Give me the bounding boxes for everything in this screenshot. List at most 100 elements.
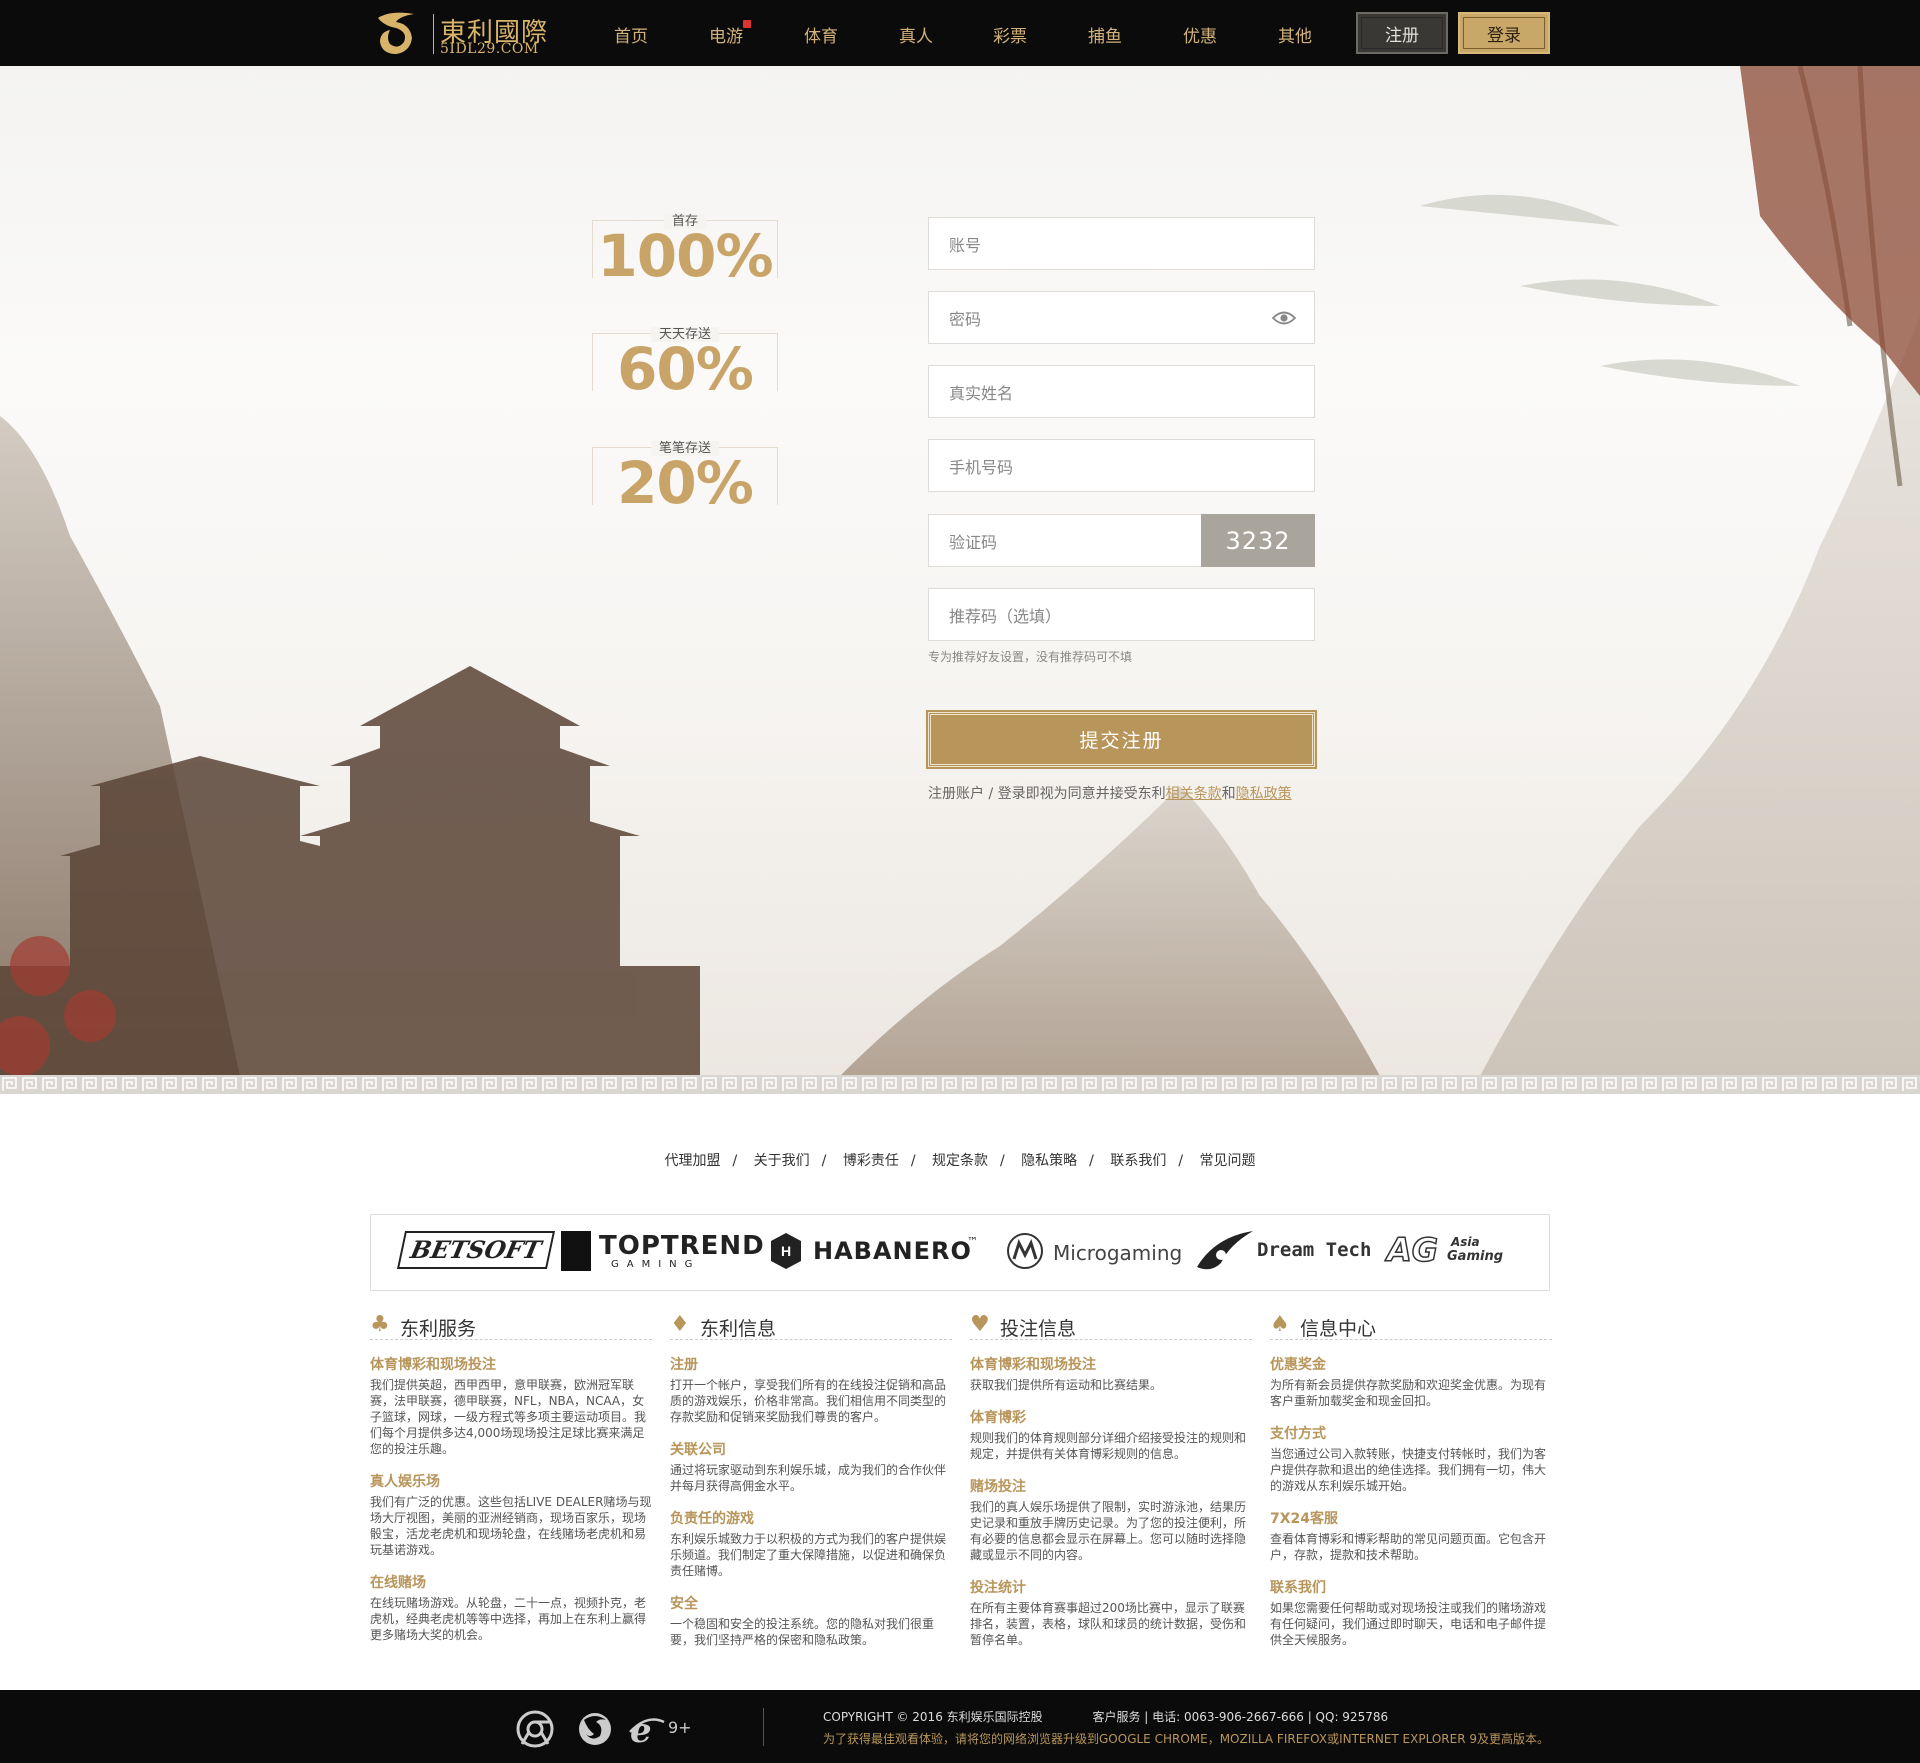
section-title[interactable]: 优惠奖金	[1270, 1354, 1552, 1374]
footer-link-agent[interactable]: 代理加盟	[664, 1153, 720, 1169]
club-icon: ♣	[370, 1312, 390, 1337]
section-title[interactable]: 关联公司	[670, 1439, 952, 1459]
eye-icon[interactable]	[1272, 309, 1296, 327]
footer-link-contact[interactable]: 联系我们	[1110, 1153, 1166, 1169]
dreamtech-eye-icon	[1197, 1231, 1253, 1270]
site-logo[interactable]: 東利國際 5IDL29.COM	[370, 8, 547, 58]
column-center: ♠ 信息中心 优惠奖金 为所有新会员提供存款奖励和欢迎奖金优惠。为现有客户重新加载奖…	[1270, 1310, 1552, 1648]
account-input[interactable]: 账号	[928, 217, 1315, 270]
heart-icon: ♥	[970, 1312, 990, 1337]
top-header: 東利國際 5IDL29.COM 首页 电游 体育 真人 彩票 捕鱼 优惠 其他 …	[0, 0, 1920, 66]
footer-link-about[interactable]: 关于我们	[754, 1153, 810, 1169]
nav-lottery[interactable]: 彩票	[993, 22, 1027, 47]
column-title: 信息中心	[1300, 1318, 1377, 1340]
section-body: 当您通过公司入款转账，快捷支付转帐时，我们为客户提供存款和退出的绝佳选择。我们拥…	[1270, 1447, 1547, 1493]
info-section: 7X24客服 查看体育博彩和博彩帮助的常见问题页面。它包含开户，存款，提款和技术帮…	[1270, 1508, 1552, 1563]
section-title[interactable]: 在线赌场	[370, 1572, 652, 1592]
footer-link-sep: /	[1000, 1153, 1005, 1169]
login-button[interactable]: 登录	[1458, 12, 1550, 54]
promo-value: 100%	[597, 222, 773, 290]
greek-key-border	[0, 1075, 1920, 1094]
footer-link-privacy[interactable]: 隐私策略	[1021, 1153, 1077, 1169]
habanero-shield-icon: H	[771, 1233, 801, 1269]
section-title[interactable]: 7X24客服	[1270, 1508, 1552, 1528]
diamond-icon: ♦	[670, 1312, 690, 1337]
info-section: 负责任的游戏 东利娱乐城致力于以积极的方式为我们的客户提供娱乐频道。我们制定了重大…	[670, 1508, 952, 1579]
referral-input[interactable]: 推荐码（选填）	[928, 588, 1315, 641]
section-title[interactable]: 负责任的游戏	[670, 1508, 952, 1528]
footer-link-rules[interactable]: 规定条款	[932, 1153, 988, 1169]
nav-slots[interactable]: 电游	[709, 20, 751, 47]
footer-link-sep: /	[732, 1153, 738, 1169]
terms-prefix: 注册账户 / 登录即视为同意并接受东利	[928, 786, 1166, 802]
section-body: 一个稳固和安全的投注系统。您的隐私对我们很重要，我们坚持严格的保密和隐私政策。	[670, 1617, 935, 1647]
logo-divider	[433, 14, 434, 54]
section-title[interactable]: 投注统计	[970, 1577, 1252, 1597]
nav-promotions[interactable]: 优惠	[1183, 22, 1217, 47]
section-body: 如果您需要任何帮助或对现场投注或我们的赌场游戏有任何疑问，我们通过即时聊天，电话…	[1270, 1601, 1547, 1647]
section-body: 我们的真人娱乐场提供了限制，实时游泳池，结果历史记录和重放手牌历史记录。为了您的…	[970, 1500, 1247, 1562]
captcha-input[interactable]: 验证码	[928, 514, 1202, 567]
info-section: 优惠奖金为所有新会员提供存款奖励和欢迎奖金优惠。为现有客户重新加载奖金和现金回扣…	[1270, 1354, 1552, 1409]
password-placeholder: 密码	[949, 309, 982, 329]
column-title: 投注信息	[1000, 1318, 1077, 1340]
footer-link-sep: /	[1178, 1153, 1184, 1169]
footer-link-responsible[interactable]: 博彩责任	[843, 1153, 899, 1169]
section-body: 为所有新会员提供存款奖励和欢迎奖金优惠。为现有客户重新加载奖金和现金回扣。	[1270, 1378, 1547, 1408]
info-section: 关联公司 通过将玩家驱动到东利娱乐城，成为我们的合作伙伴并每月获得高佣金水平。	[670, 1439, 952, 1494]
firefox-icon[interactable]	[576, 1710, 614, 1748]
section-title[interactable]: 体育博彩和现场投注	[370, 1354, 652, 1374]
toptrend-sub: GAMING	[611, 1259, 701, 1270]
betsoft-logo: BETSOFT	[396, 1231, 555, 1269]
bottom-divider	[763, 1708, 764, 1746]
column-header: ♥ 投注信息	[970, 1310, 1252, 1340]
promo-daily-deposit: 天天存送 60%	[592, 323, 778, 401]
section-title[interactable]: 联系我们	[1270, 1577, 1552, 1597]
provider-logos: BETSOFT TOPTREND GAMING H HABANERO ™ Mic…	[370, 1214, 1550, 1291]
register-button[interactable]: 注册	[1356, 12, 1448, 54]
nav-fishing[interactable]: 捕鱼	[1088, 22, 1122, 47]
section-title[interactable]: 支付方式	[1270, 1423, 1552, 1443]
browser-upgrade-note: 为了获得最佳观看体验，请将您的网络浏览器升级到GOOGLE CHROME，MOZ…	[823, 1732, 1550, 1746]
toptrend-logo: TOPTREND GAMING	[561, 1231, 764, 1271]
column-header: ♣ 东利服务	[370, 1310, 652, 1340]
footer-link-faq[interactable]: 常见问题	[1200, 1153, 1256, 1169]
nav-live[interactable]: 真人	[899, 22, 933, 47]
microgaming-logo: Microgaming	[1007, 1233, 1182, 1271]
nav-other[interactable]: 其他	[1278, 22, 1312, 47]
info-section: 真人娱乐场我们有广泛的优惠。这些包括LIVE DEALER赌场与现场大厅视图，美…	[370, 1471, 652, 1558]
dreamtech-name: Dream Tech	[1257, 1239, 1372, 1261]
ie-icon[interactable]: e	[628, 1710, 666, 1748]
nav-home[interactable]: 首页	[614, 22, 648, 47]
section-title[interactable]: 注册	[670, 1354, 952, 1374]
submit-register-button[interactable]: 提交注册	[926, 710, 1317, 769]
promo-every-deposit: 笔笔存送 20%	[592, 437, 778, 515]
nav-sports[interactable]: 体育	[804, 22, 838, 47]
ag-asia: Asia	[1451, 1235, 1480, 1249]
realname-input[interactable]: 真实姓名	[928, 365, 1315, 418]
ag-gaming: Gaming	[1447, 1249, 1504, 1264]
info-section: 投注统计在所有主要体育赛事超过200场比赛中，显示了联赛排名，装置，表格，球队和…	[970, 1577, 1252, 1648]
section-title[interactable]: 真人娱乐场	[370, 1471, 652, 1491]
bottom-bar: e 9+ COPYRIGHT © 2016 东利娱乐国际控股 客户服务 | 电话…	[0, 1690, 1920, 1763]
info-section: 安全一个稳固和安全的投注系统。您的隐私对我们很重要，我们坚持严格的保密和隐私政策…	[670, 1593, 952, 1648]
section-body: 规则我们的体育规则部分详细介绍接受投注的规则和规定，并提供有关体育博彩规则的信息…	[970, 1431, 1247, 1461]
section-body: 我们有广泛的优惠。这些包括LIVE DEALER赌场与现场大厅视图，美丽的亚洲经…	[370, 1495, 652, 1557]
password-input[interactable]: 密码	[928, 291, 1315, 344]
section-body: 在所有主要体育赛事超过200场比赛中，显示了联赛排名，装置，表格，球队和球员的统…	[970, 1601, 1247, 1647]
promo-value: 60%	[617, 335, 754, 403]
phone-input[interactable]: 手机号码	[928, 439, 1315, 492]
section-title[interactable]: 赌场投注	[970, 1476, 1252, 1496]
terms-link[interactable]: 相关条款	[1166, 786, 1222, 802]
section-title[interactable]: 体育博彩	[970, 1407, 1252, 1427]
info-section: 联系我们如果您需要任何帮助或对现场投注或我们的赌场游戏有任何疑问，我们通过即时聊…	[1270, 1577, 1552, 1648]
promo-value: 20%	[617, 449, 754, 517]
dreamtech-logo: Dream Tech	[1195, 1227, 1371, 1270]
section-title[interactable]: 体育博彩和现场投注	[970, 1354, 1252, 1374]
section-body: 获取我们提供所有运动和比赛结果。	[970, 1378, 1163, 1392]
column-title: 东利服务	[400, 1318, 477, 1340]
section-title[interactable]: 安全	[670, 1593, 952, 1613]
captcha-image[interactable]: 3232	[1201, 514, 1315, 567]
chrome-icon[interactable]	[516, 1710, 554, 1748]
privacy-link[interactable]: 隐私政策	[1236, 786, 1292, 802]
